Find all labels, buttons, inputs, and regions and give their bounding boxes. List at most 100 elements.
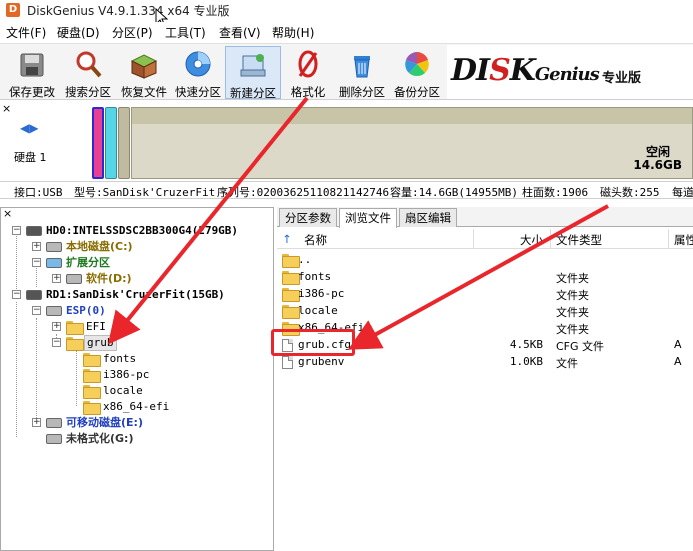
tab-browse-files[interactable]: 浏览文件 [339, 208, 397, 228]
free-space-header [132, 108, 692, 124]
expand-icon[interactable]: + [52, 274, 61, 283]
open-folder-icon [66, 337, 84, 351]
toolbar: 保存更改 搜索分区 恢复文件 快速分区 新建分区 格式化 删除分区 备份分区 D… [0, 43, 693, 100]
tree-node-efi[interactable]: + EFI [49, 319, 269, 335]
backup-partition-button[interactable]: 备份分区 [389, 46, 445, 99]
quick-partition-button[interactable]: 快速分区 [170, 46, 226, 99]
collapse-icon[interactable]: − [32, 306, 41, 315]
partition-segment-unformatted[interactable] [118, 107, 130, 179]
save-changes-button[interactable]: 保存更改 [4, 46, 60, 99]
new-partition-button[interactable]: 新建分区 [225, 46, 281, 100]
brand-edition: 专业版 [602, 71, 642, 86]
brand-banner: DISKGenius 专业版 [447, 45, 693, 99]
disk-heads: 磁头数:255 [600, 186, 660, 199]
tab-partition-params[interactable]: 分区参数 [279, 208, 337, 227]
free-space-segment[interactable]: 空闲 14.6GB [131, 107, 693, 179]
file-size: 4.5KB [509, 338, 543, 351]
previous-disk-icon[interactable]: ◀ [20, 121, 29, 135]
format-icon [298, 50, 318, 78]
tree-node-x86-64-efi[interactable]: x86_64-efi [79, 399, 269, 415]
tree-label: 扩展分区 [66, 256, 110, 269]
file-attr: A [674, 338, 682, 351]
disc-icon [185, 51, 211, 77]
menu-file[interactable]: 文件(F) [6, 24, 46, 41]
tab-sector-editor[interactable]: 扇区编辑 [399, 208, 457, 227]
drive-icon [46, 242, 62, 252]
expand-icon[interactable]: + [52, 322, 61, 331]
collapse-icon[interactable]: − [52, 338, 61, 347]
menu-bar: 文件(F) 硬盘(D) 分区(P) 工具(T) 查看(V) 帮助(H) [0, 22, 693, 42]
partition-segment-esp[interactable] [92, 107, 104, 179]
format-button[interactable]: 格式化 [280, 46, 336, 99]
free-space-size: 14.6GB [633, 158, 682, 172]
new-partition-label: 新建分区 [230, 86, 276, 100]
tree-label: EFI [86, 320, 106, 333]
drive-icon [46, 306, 62, 316]
menu-tools[interactable]: 工具(T) [165, 24, 206, 41]
tree-label: RD1:SanDisk'CruzerFit(15GB) [46, 288, 225, 301]
disk-nav: ◀▶ [20, 121, 38, 135]
column-size[interactable]: 大小 [520, 232, 543, 248]
tree-node-local-c[interactable]: + 本地磁盘(C:) [29, 239, 269, 255]
recover-files-button[interactable]: 恢复文件 [116, 46, 172, 99]
file-row-i386-pc[interactable]: i386-pc 文件夹 [277, 285, 693, 302]
folder-icon [282, 271, 300, 285]
menu-help[interactable]: 帮助(H) [272, 24, 314, 41]
title-bar: D DiskGenius V4.9.1.334 x64 专业版 [0, 0, 693, 20]
file-name: grubenv [298, 355, 345, 368]
up-directory-icon[interactable]: ↑ [282, 232, 292, 246]
column-attr[interactable]: 属性 [674, 232, 693, 248]
column-name[interactable]: 名称 [304, 232, 327, 248]
tree-node-grub[interactable]: − grub [49, 335, 269, 351]
close-icon[interactable]: × [2, 102, 11, 115]
column-separator [473, 229, 474, 249]
tree-node-extended[interactable]: − 扩展分区 [29, 255, 269, 271]
expand-icon[interactable]: + [32, 418, 41, 427]
file-type: CFG 文件 [556, 340, 605, 353]
tree-node-esp[interactable]: − ESP(0) [29, 303, 269, 319]
tree-node-rd1[interactable]: − RD1:SanDisk'CruzerFit(15GB) [9, 287, 271, 303]
file-attr: A [674, 355, 682, 368]
tree-node-fonts[interactable]: fonts [79, 351, 269, 367]
collapse-icon[interactable]: − [32, 258, 41, 267]
partition-segment-removable[interactable] [105, 107, 117, 179]
search-partition-button[interactable]: 搜索分区 [60, 46, 116, 99]
window-title: DiskGenius V4.9.1.334 x64 专业版 [27, 4, 230, 18]
tree-node-removable-e[interactable]: + 可移动磁盘(E:) [29, 415, 269, 431]
tree-label: fonts [103, 352, 137, 365]
disk-map-bar: × ◀▶ 硬盘 1 空闲 14.6GB [0, 101, 693, 181]
next-disk-icon[interactable]: ▶ [29, 121, 38, 135]
close-icon[interactable]: × [3, 207, 12, 220]
expand-icon[interactable]: + [32, 242, 41, 251]
file-name: locale [298, 304, 338, 317]
menu-view[interactable]: 查看(V) [219, 24, 261, 41]
tree-node-i386-pc[interactable]: i386-pc [79, 367, 269, 383]
disk-serial: 序列号:02003625110821142746 [217, 186, 390, 199]
collapse-icon[interactable]: − [12, 226, 21, 235]
tree-node-locale[interactable]: locale [79, 383, 269, 399]
collapse-icon[interactable]: − [12, 290, 21, 299]
tree-node-unformatted-g[interactable]: 未格式化(G:) [29, 431, 269, 447]
tree-label: HD0:INTELSSDSC2BB300G4(279GB) [46, 224, 239, 237]
tree-label: x86_64-efi [103, 400, 170, 413]
disk-interface: 接口:USB [14, 186, 63, 199]
column-separator [668, 229, 669, 249]
menu-disk[interactable]: 硬盘(D) [57, 24, 100, 41]
file-type: 文件夹 [556, 272, 589, 285]
column-separator [550, 229, 551, 249]
extended-partition-icon [46, 258, 62, 268]
tree-node-software-d[interactable]: + 软件(D:) [49, 271, 269, 287]
tree-label: 本地磁盘(C:) [66, 240, 133, 253]
tree-label: grub [84, 335, 117, 351]
menu-partition[interactable]: 分区(P) [112, 24, 153, 41]
save-icon [20, 53, 44, 77]
file-row-locale[interactable]: locale 文件夹 [277, 302, 693, 319]
tree-node-hd0[interactable]: − HD0:INTELSSDSC2BB300G4(279GB) [9, 223, 271, 239]
delete-partition-button[interactable]: 删除分区 [334, 46, 390, 99]
tree-line [16, 230, 17, 295]
file-row-parent[interactable]: .. [277, 251, 693, 268]
file-row-fonts[interactable]: fonts 文件夹 [277, 268, 693, 285]
column-type[interactable]: 文件类型 [556, 232, 602, 248]
format-label: 格式化 [290, 85, 326, 99]
file-name: .. [298, 253, 312, 266]
